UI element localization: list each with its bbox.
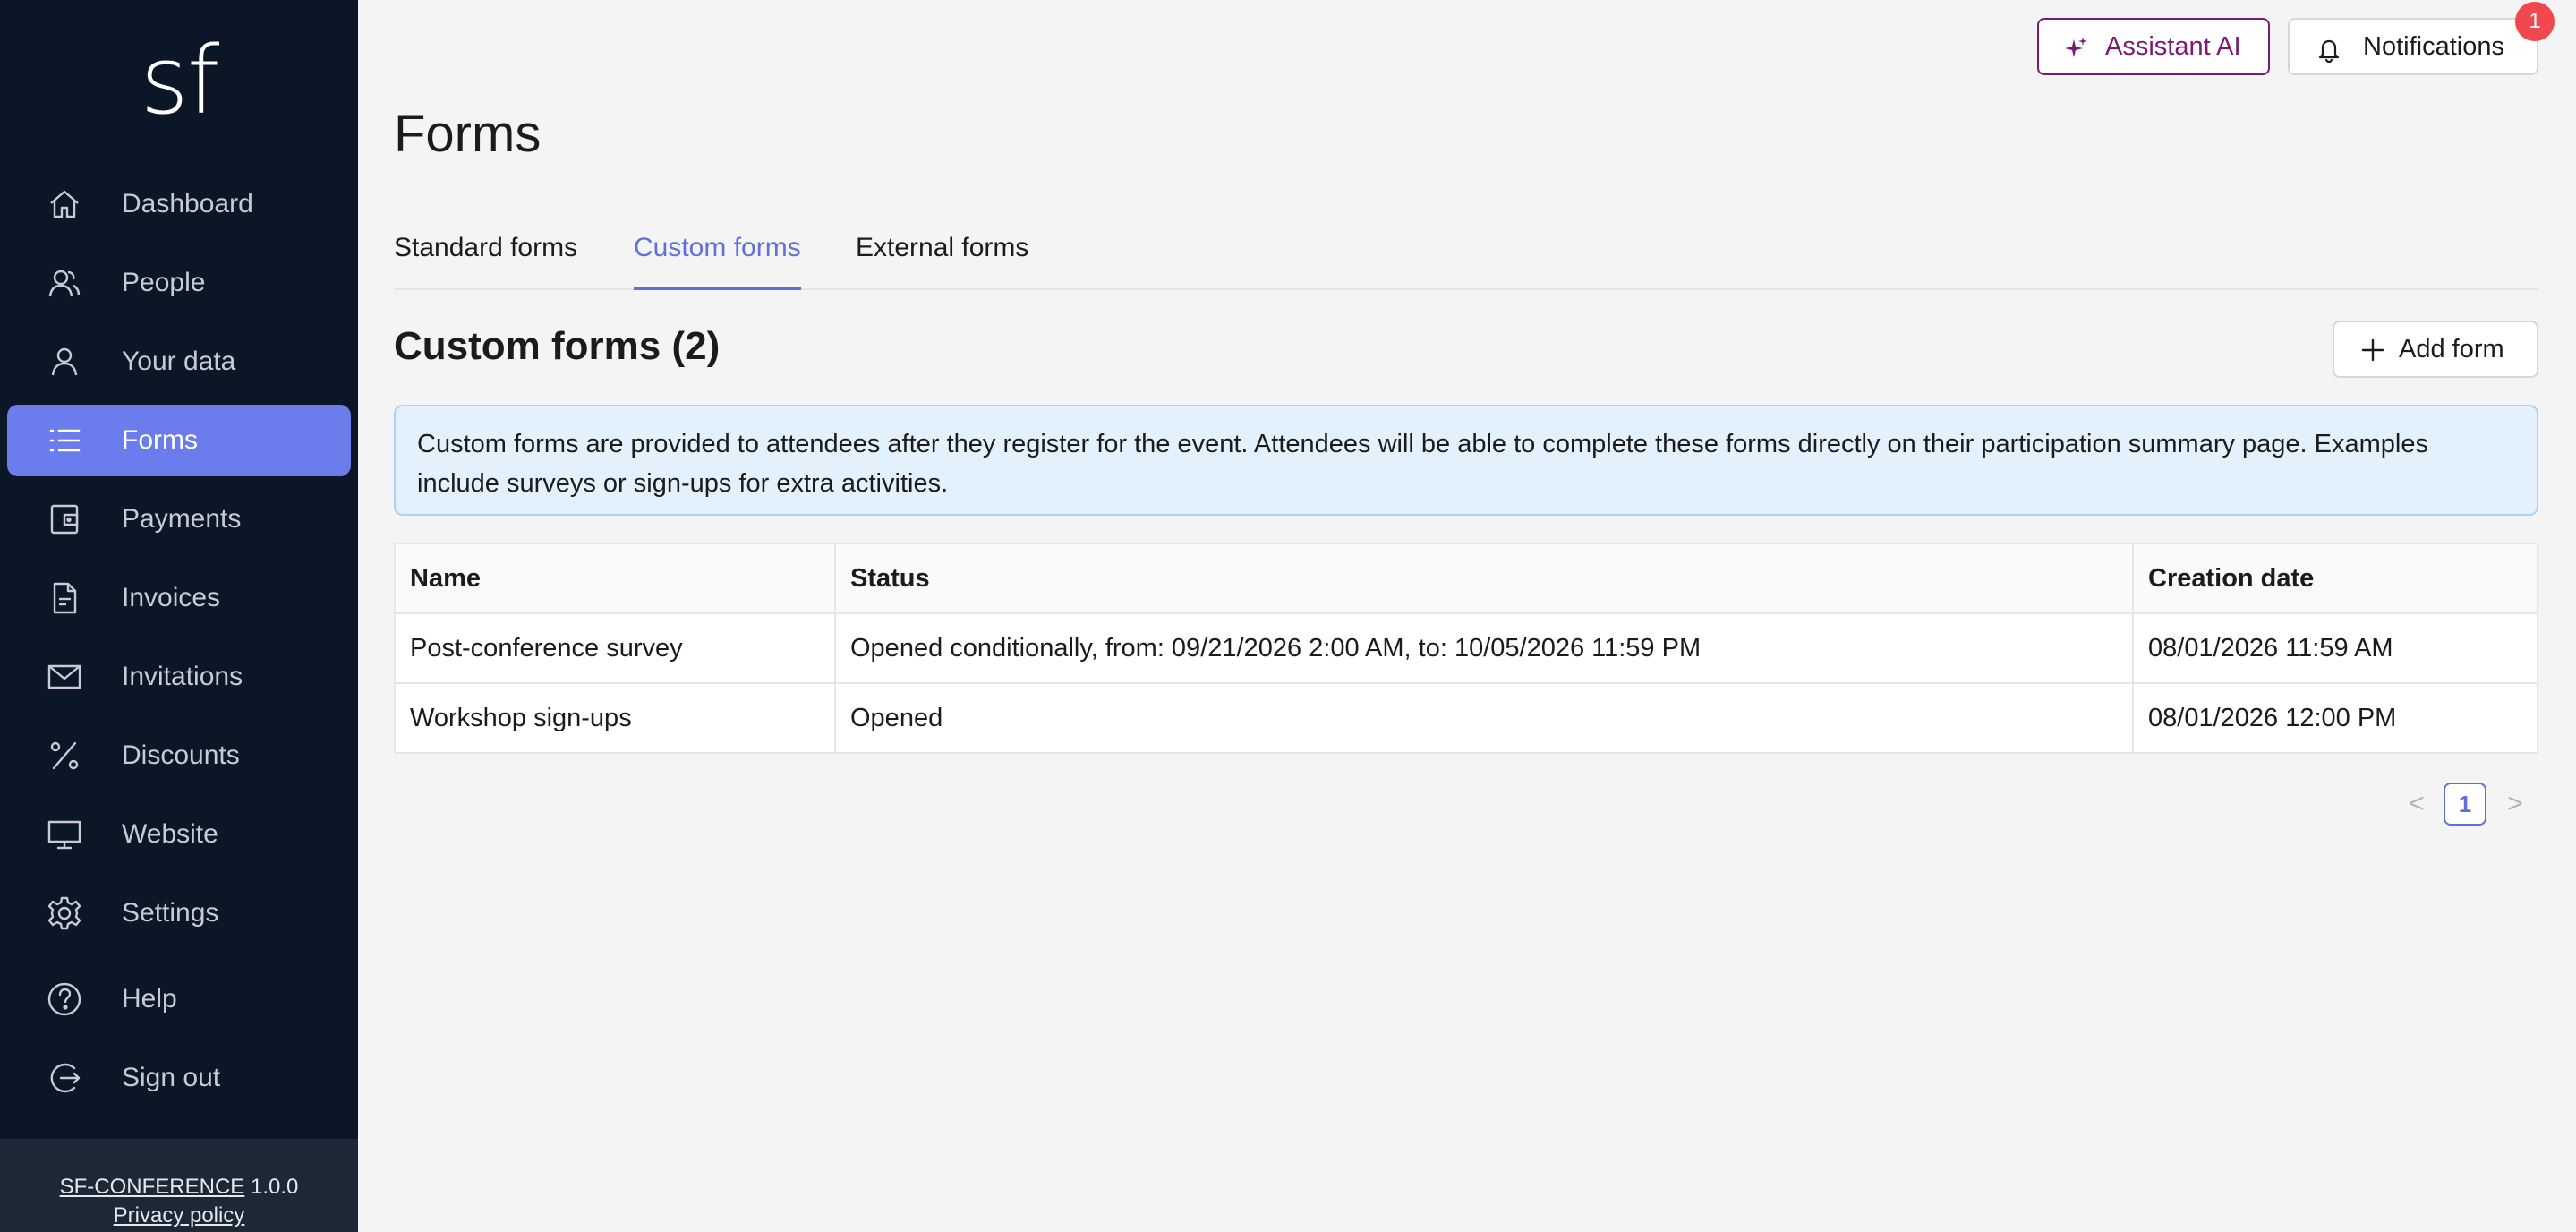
table-row[interactable]: Post-conference survey Opened conditiona…	[395, 613, 2538, 684]
sidebar-item-settings[interactable]: Settings	[7, 877, 351, 949]
sidebar-item-label: Invoices	[122, 583, 221, 612]
plus-icon	[2361, 338, 2384, 362]
tab-custom-forms[interactable]: Custom forms	[634, 233, 801, 290]
sidebar-item-your-data[interactable]: Your data	[7, 326, 351, 398]
sidebar-item-label: Your data	[122, 346, 236, 376]
sidebar-item-forms[interactable]: Forms	[7, 405, 351, 476]
assistant-ai-label: Assistant AI	[2105, 31, 2241, 61]
sidebar-item-label: Invitations	[122, 662, 243, 691]
column-header-creation-date[interactable]: Creation date	[2132, 543, 2538, 614]
form-created-cell: 08/01/2026 12:00 PM	[2132, 683, 2538, 754]
document-icon	[47, 580, 82, 616]
column-header-status[interactable]: Status	[834, 543, 2133, 614]
sidebar-item-sign-out[interactable]: Sign out	[7, 1042, 351, 1114]
version-line: SF-CONFERENCE 1.0.0	[0, 1173, 358, 1202]
help-icon	[47, 981, 82, 1017]
forms-tabs: Standard forms Custom forms External for…	[394, 220, 2538, 290]
notifications-label: Notifications	[2363, 31, 2504, 61]
sidebar-item-discounts[interactable]: Discounts	[7, 720, 351, 791]
sparkle-icon	[2064, 36, 2089, 61]
previous-page-button[interactable]: <	[2401, 788, 2433, 820]
tab-external-forms[interactable]: External forms	[856, 233, 1028, 290]
sidebar-item-invoices[interactable]: Invoices	[7, 562, 351, 634]
wallet-icon	[47, 501, 82, 537]
sidebar: sf Dashboard People Your data Forms Paym…	[0, 0, 358, 1232]
info-message: Custom forms are provided to attendees a…	[394, 405, 2538, 516]
table-row[interactable]: Workshop sign-ups Opened 08/01/2026 12:0…	[395, 683, 2538, 754]
mail-icon	[47, 659, 82, 695]
user-icon	[47, 344, 82, 380]
people-icon	[47, 265, 82, 301]
sidebar-item-label: Help	[122, 984, 177, 1014]
sidebar-item-payments[interactable]: Payments	[7, 483, 351, 555]
product-link[interactable]: SF-CONFERENCE	[60, 1175, 245, 1199]
sign-out-icon	[47, 1060, 82, 1096]
section-title: Custom forms (2)	[394, 324, 721, 368]
form-created-cell: 08/01/2026 11:59 AM	[2132, 613, 2538, 684]
add-form-button[interactable]: Add form	[2333, 321, 2538, 378]
forms-table: Name Status Creation date Post-conferenc…	[394, 543, 2538, 754]
app-logo[interactable]: sf	[0, 26, 358, 135]
sidebar-item-label: Forms	[122, 425, 198, 455]
sidebar-item-label: Settings	[122, 898, 219, 928]
notifications-button[interactable]: Notifications	[2288, 18, 2538, 75]
add-form-label: Add form	[2399, 334, 2504, 364]
sidebar-item-label: Payments	[122, 504, 242, 534]
page-title: Forms	[394, 105, 542, 163]
percent-icon	[47, 738, 82, 774]
next-page-button[interactable]: >	[2499, 788, 2531, 820]
monitor-icon	[47, 817, 82, 852]
form-status-cell: Opened conditionally, from: 09/21/2026 2…	[834, 613, 2133, 684]
sidebar-item-label: Dashboard	[122, 189, 253, 218]
sidebar-item-invitations[interactable]: Invitations	[7, 641, 351, 713]
bell-icon	[2316, 36, 2341, 64]
form-name-cell[interactable]: Post-conference survey	[395, 613, 835, 684]
form-name-cell[interactable]: Workshop sign-ups	[395, 683, 835, 754]
sidebar-item-people[interactable]: People	[7, 247, 351, 319]
tab-standard-forms[interactable]: Standard forms	[394, 233, 577, 290]
sidebar-item-website[interactable]: Website	[7, 799, 351, 870]
sidebar-footer: SF-CONFERENCE 1.0.0 Privacy policy	[0, 1139, 358, 1232]
list-icon	[47, 423, 82, 458]
sidebar-item-label: Website	[122, 819, 218, 849]
table-header-row: Name Status Creation date	[395, 543, 2538, 614]
sidebar-item-dashboard[interactable]: Dashboard	[7, 168, 351, 240]
assistant-ai-button[interactable]: Assistant AI	[2037, 18, 2270, 75]
privacy-policy-link[interactable]: Privacy policy	[0, 1202, 358, 1230]
form-status-cell: Opened	[834, 683, 2133, 754]
column-header-name[interactable]: Name	[395, 543, 835, 614]
page-number-button[interactable]: 1	[2444, 783, 2486, 826]
sidebar-item-label: People	[122, 268, 206, 297]
home-icon	[47, 186, 82, 222]
version-text: 1.0.0	[250, 1175, 299, 1199]
sidebar-item-label: Sign out	[122, 1063, 221, 1092]
gear-icon	[47, 895, 82, 931]
sidebar-item-help[interactable]: Help	[7, 963, 351, 1035]
notification-count-badge: 1	[2515, 2, 2555, 41]
sidebar-item-label: Discounts	[122, 740, 240, 770]
